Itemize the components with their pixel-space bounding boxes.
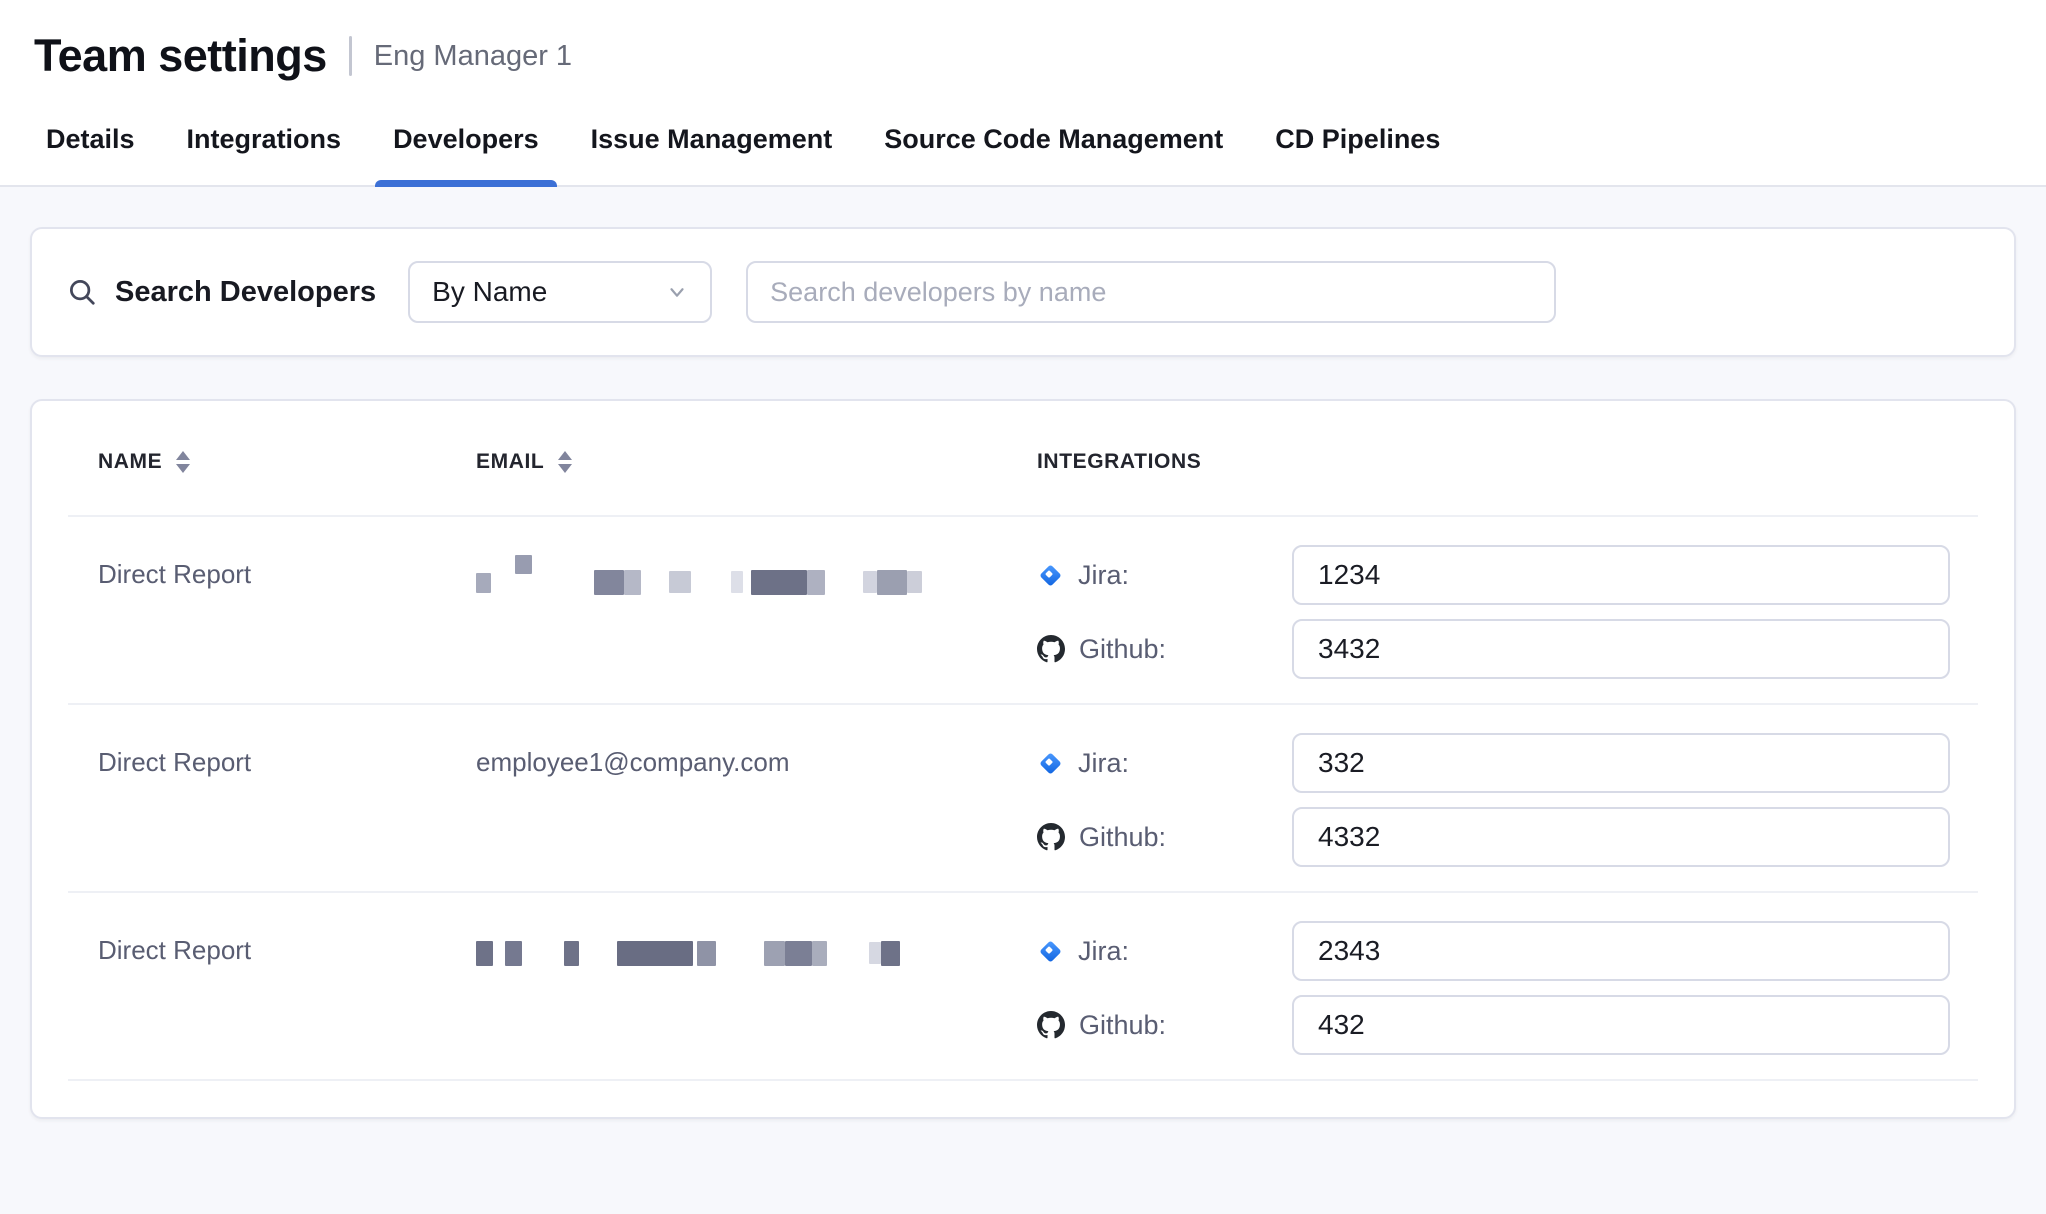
developer-email: employee1@company.com — [476, 733, 1037, 867]
jira-id-input[interactable] — [1292, 733, 1950, 793]
jira-label-text: Jira: — [1078, 748, 1129, 779]
jira-label-text: Jira: — [1078, 560, 1129, 591]
tab-details[interactable]: Details — [20, 96, 161, 185]
redacted-email — [476, 935, 1037, 971]
column-header-name: NAME — [68, 449, 476, 475]
page-header: Team settings Eng Manager 1 — [0, 0, 2046, 96]
integrations-cell: Jira: Github: — [1037, 733, 1978, 867]
github-icon — [1037, 1011, 1065, 1039]
github-integration-row: Github: — [1037, 995, 1978, 1055]
jira-icon — [1037, 562, 1064, 589]
sort-icon[interactable] — [174, 449, 192, 475]
jira-icon — [1037, 750, 1064, 777]
integrations-cell: Jira: Github: — [1037, 921, 1978, 1055]
column-label-integrations: INTEGRATIONS — [1037, 450, 1201, 474]
jira-label: Jira: — [1037, 748, 1292, 779]
developer-name: Direct Report — [68, 733, 476, 867]
chevron-down-icon — [666, 281, 688, 303]
tab-cd-pipelines[interactable]: CD Pipelines — [1249, 96, 1466, 185]
column-label-email: EMAIL — [476, 450, 544, 474]
table-row: Direct Report — [68, 517, 1978, 705]
developer-email — [476, 545, 1037, 679]
settings-tabbar: Details Integrations Developers Issue Ma… — [0, 96, 2046, 187]
table-header-row: NAME EMAIL INTEGRATIONS — [68, 401, 1978, 517]
tab-developers[interactable]: Developers — [367, 96, 565, 185]
tab-issue-management[interactable]: Issue Management — [565, 96, 859, 185]
github-id-input[interactable] — [1292, 995, 1950, 1055]
search-label-text: Search Developers — [115, 276, 376, 309]
github-label-text: Github: — [1079, 822, 1166, 853]
table-row: Direct Report employee1@company.com Jira… — [68, 705, 1978, 893]
table-row: Direct Report Jira: — [68, 893, 1978, 1081]
jira-label: Jira: — [1037, 560, 1292, 591]
title-divider — [349, 36, 352, 76]
github-icon — [1037, 635, 1065, 663]
main-content: Search Developers By Name NAME EMAIL I — [0, 187, 2046, 1119]
search-filter-select[interactable]: By Name — [408, 261, 712, 323]
developer-email — [476, 921, 1037, 1055]
jira-id-input[interactable] — [1292, 545, 1950, 605]
developer-name: Direct Report — [68, 545, 476, 679]
jira-label-text: Jira: — [1078, 936, 1129, 967]
jira-integration-row: Jira: — [1037, 921, 1978, 981]
github-integration-row: Github: — [1037, 619, 1978, 679]
search-filter-value: By Name — [432, 276, 547, 308]
team-name-label: Eng Manager 1 — [374, 40, 572, 73]
column-header-integrations: INTEGRATIONS — [1037, 449, 1978, 475]
jira-icon — [1037, 938, 1064, 965]
github-icon — [1037, 823, 1065, 851]
search-input[interactable] — [746, 261, 1556, 323]
jira-integration-row: Jira: — [1037, 733, 1978, 793]
jira-label: Jira: — [1037, 936, 1292, 967]
developer-name: Direct Report — [68, 921, 476, 1055]
github-label: Github: — [1037, 634, 1292, 665]
tab-source-code-management[interactable]: Source Code Management — [858, 96, 1249, 185]
page-title: Team settings — [34, 30, 327, 82]
search-developers-label: Search Developers — [67, 276, 376, 309]
tab-integrations[interactable]: Integrations — [161, 96, 368, 185]
github-label: Github: — [1037, 822, 1292, 853]
integrations-cell: Jira: Github: — [1037, 545, 1978, 679]
github-integration-row: Github: — [1037, 807, 1978, 867]
github-id-input[interactable] — [1292, 619, 1950, 679]
github-label: Github: — [1037, 1010, 1292, 1041]
developers-table: NAME EMAIL INTEGRATIONS Direct Report — [30, 399, 2016, 1119]
github-label-text: Github: — [1079, 634, 1166, 665]
column-label-name: NAME — [98, 450, 162, 474]
jira-integration-row: Jira: — [1037, 545, 1978, 605]
sort-icon[interactable] — [556, 449, 574, 475]
column-header-email: EMAIL — [476, 449, 1037, 475]
redacted-email — [476, 559, 1037, 595]
jira-id-input[interactable] — [1292, 921, 1950, 981]
github-label-text: Github: — [1079, 1010, 1166, 1041]
search-developers-panel: Search Developers By Name — [30, 227, 2016, 357]
github-id-input[interactable] — [1292, 807, 1950, 867]
search-icon — [67, 277, 97, 307]
